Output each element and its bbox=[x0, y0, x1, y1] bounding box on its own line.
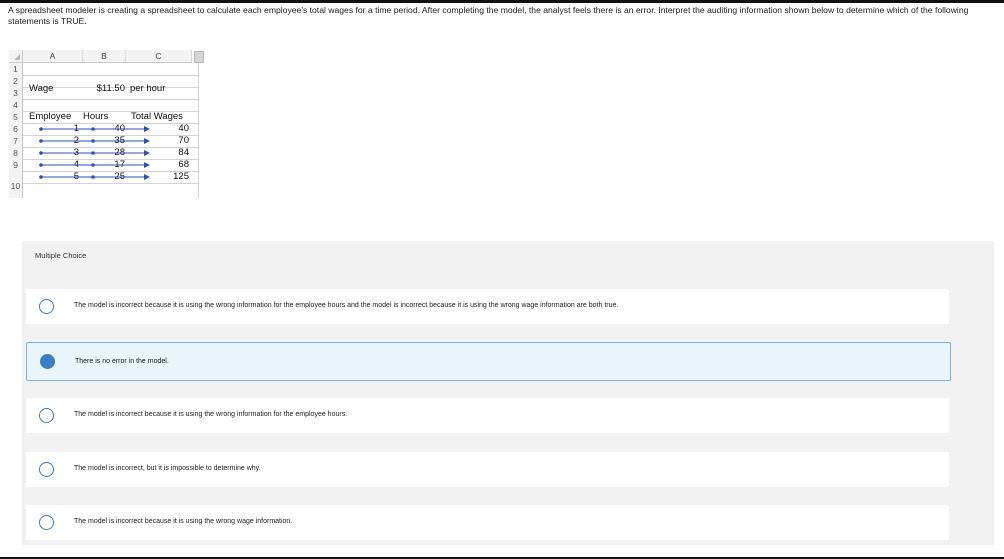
trace-dot bbox=[91, 127, 95, 131]
choice-label: There is no error in the model. bbox=[75, 358, 169, 365]
radio-button[interactable] bbox=[39, 408, 54, 423]
choice-label: The model is incorrect because it is usi… bbox=[74, 518, 293, 525]
radio-button[interactable] bbox=[39, 299, 54, 314]
choice-option-3[interactable]: The model is incorrect because it is usi… bbox=[26, 398, 949, 433]
trace-dot bbox=[91, 163, 95, 167]
trace-dot bbox=[91, 139, 95, 143]
multiple-choice-title: Multiple Choice bbox=[35, 251, 87, 260]
spreadsheet: A B C 1 2 3 4 5 6 7 8 9 10 Wage $11.50 p… bbox=[9, 50, 204, 208]
trace-dot bbox=[39, 151, 43, 155]
radio-button[interactable] bbox=[39, 462, 54, 477]
precedent-trace-arrows bbox=[39, 126, 150, 180]
trace-dot bbox=[91, 151, 95, 155]
choice-label: The model is incorrect because it is usi… bbox=[74, 302, 619, 309]
trace-dot bbox=[39, 175, 43, 179]
multiple-choice-panel: Multiple Choice The model is incorrect b… bbox=[22, 241, 994, 545]
trace-dot bbox=[39, 127, 43, 131]
trace-dot bbox=[91, 175, 95, 179]
choice-option-2[interactable]: There is no error in the model. bbox=[26, 342, 951, 381]
trace-dot bbox=[39, 139, 43, 143]
radio-button[interactable] bbox=[39, 515, 54, 530]
choice-label: The model is incorrect, but it is imposs… bbox=[74, 465, 261, 472]
top-rule bbox=[0, 0, 1004, 3]
trace-dot bbox=[39, 163, 43, 167]
choice-option-4[interactable]: The model is incorrect, but it is imposs… bbox=[26, 452, 949, 487]
choice-label: The model is incorrect because it is usi… bbox=[74, 411, 348, 418]
question-text: A spreadsheet modeler is creating a spre… bbox=[8, 5, 969, 26]
radio-button-selected[interactable] bbox=[40, 354, 55, 369]
choice-option-1[interactable]: The model is incorrect because it is usi… bbox=[26, 289, 949, 324]
choice-option-5[interactable]: The model is incorrect because it is usi… bbox=[26, 505, 949, 540]
